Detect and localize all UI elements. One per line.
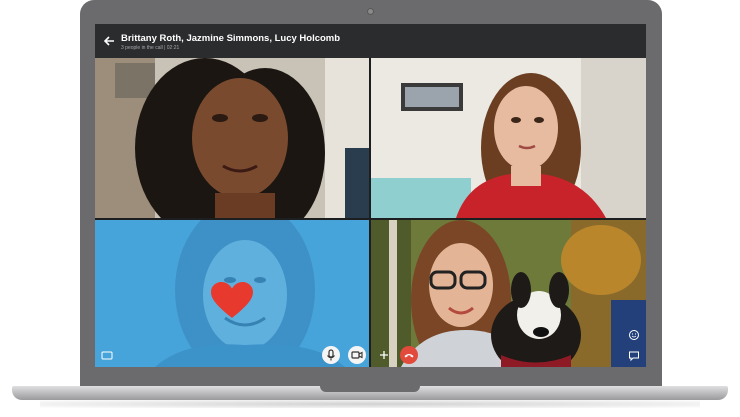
- video-camera-icon: [351, 351, 363, 359]
- heart-icon: [211, 282, 253, 318]
- add-participant-button[interactable]: [377, 348, 391, 362]
- participant-video-4[interactable]: [371, 220, 646, 367]
- laptop-shadow: [40, 400, 700, 408]
- participant-video-3[interactable]: [95, 220, 369, 367]
- call-title: Brittany Roth, Jazmine Simmons, Lucy Hol…: [121, 33, 341, 44]
- microphone-icon: [327, 349, 335, 361]
- conversation-icon[interactable]: [628, 349, 640, 362]
- participant-video-2[interactable]: [371, 58, 646, 218]
- plus-icon: [380, 351, 388, 359]
- call-status: 3 people in the call | 02:21: [121, 45, 180, 51]
- call-header: Brittany Roth, Jazmine Simmons, Lucy Hol…: [95, 24, 646, 58]
- call-window: Brittany Roth, Jazmine Simmons, Lucy Hol…: [95, 24, 646, 367]
- back-arrow-icon[interactable]: [101, 33, 117, 49]
- mute-button[interactable]: [322, 346, 340, 364]
- participant-video-1[interactable]: [95, 58, 369, 218]
- webcam: [367, 8, 374, 15]
- laptop-hinge-notch: [320, 386, 420, 392]
- emoji-icon[interactable]: [628, 328, 640, 340]
- chat-icon[interactable]: [101, 349, 113, 361]
- video-toggle-button[interactable]: [348, 346, 366, 364]
- end-call-icon: [404, 354, 414, 358]
- end-call-button[interactable]: [400, 346, 418, 364]
